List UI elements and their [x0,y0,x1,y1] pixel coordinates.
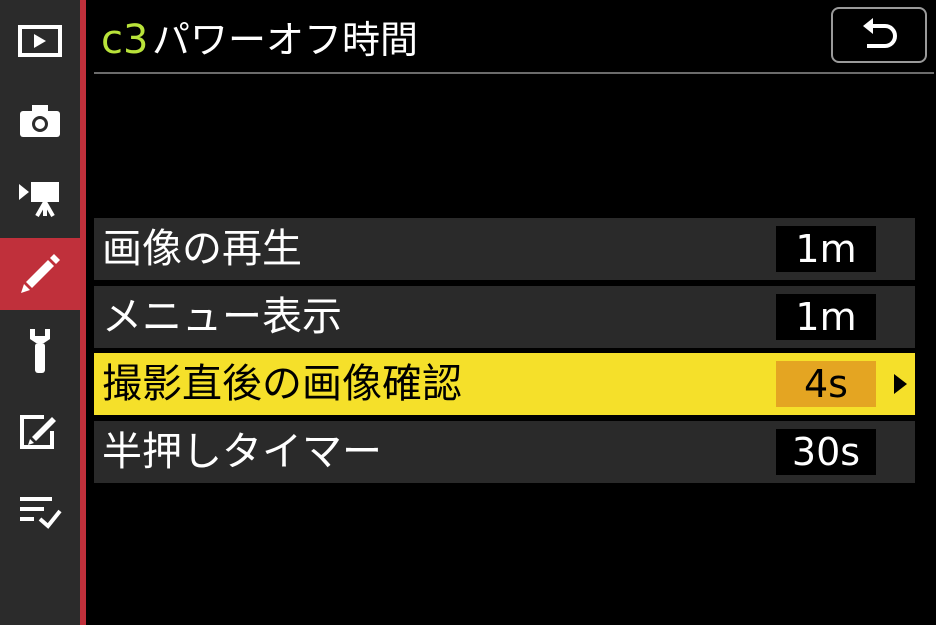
menu-item-playback[interactable]: 画像の再生 1m [94,218,915,280]
return-arrow-icon [863,18,897,48]
header: c3 パワーオフ時間 [86,0,936,74]
pencil-icon [21,254,60,293]
back-button[interactable] [831,7,927,63]
submenu-arrow-icon[interactable] [894,374,907,394]
camera-icon [20,105,60,137]
sidebar [0,0,80,625]
sidebar-item-retouch[interactable] [0,398,80,464]
sidebar-divider [80,0,86,625]
menu-code: c3 [101,17,149,63]
menu-item-value: 1m [776,226,876,272]
sidebar-item-setup[interactable] [0,318,80,384]
sidebar-item-movie-shooting[interactable] [0,165,80,231]
movie-camera-icon [19,182,59,217]
retouch-icon [20,415,56,449]
menu-item-value: 30s [776,429,876,475]
sidebar-item-my-menu[interactable] [0,478,80,544]
menu-item-value: 4s [776,361,876,407]
sidebar-item-custom-settings[interactable] [0,238,80,310]
menu-item-label: 画像の再生 [102,226,302,272]
menu-item-label: メニュー表示 [102,294,342,340]
menu-item-standby-timer[interactable]: 半押しタイマー 30s [94,421,915,483]
menu-item-image-review[interactable]: 撮影直後の画像確認 4s [94,353,915,415]
my-menu-icon [20,497,62,529]
wrench-icon [30,329,50,373]
menu-item-value: 1m [776,294,876,340]
playback-icon [18,25,62,57]
sidebar-item-photo-shooting[interactable] [0,88,80,154]
page-title: パワーオフ時間 [152,18,419,62]
menu-item-label: 撮影直後の画像確認 [102,361,462,407]
sidebar-item-playback[interactable] [0,8,80,74]
menu-item-label: 半押しタイマー [102,429,382,475]
header-divider [94,72,934,74]
menu-item-menus[interactable]: メニュー表示 1m [94,286,915,348]
